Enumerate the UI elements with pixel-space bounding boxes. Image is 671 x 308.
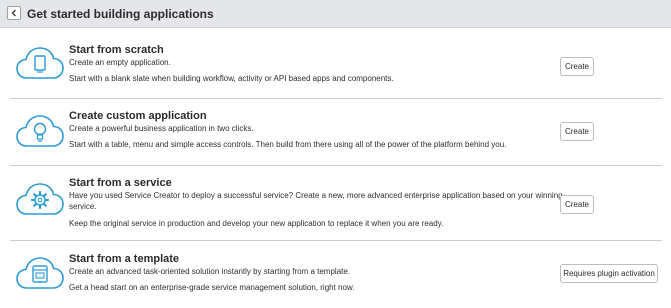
card-subtitle: Create an advanced task-oriented solutio…	[69, 267, 351, 276]
card-description: Get a head start on an enterprise-grade …	[69, 283, 355, 292]
option-card-service: Start from a service Have you used Servi…	[0, 166, 671, 240]
chevron-left-icon	[11, 9, 16, 17]
option-card-custom: Create custom application Create a power…	[0, 99, 671, 165]
create-custom-app-button[interactable]: Create	[560, 122, 594, 141]
cloud-gear-icon	[16, 183, 64, 215]
create-from-service-button[interactable]: Create	[560, 195, 594, 214]
card-title: Create custom application	[69, 110, 207, 122]
cloud-document-icon	[16, 47, 64, 79]
option-card-scratch: Start from scratch Create an empty appli…	[0, 28, 671, 97]
page-header: Get started building applications	[0, 0, 671, 28]
back-button[interactable]	[7, 6, 21, 20]
card-title: Start from scratch	[69, 44, 164, 56]
create-from-scratch-button[interactable]: Create	[560, 57, 594, 76]
cloud-lightbulb-icon	[16, 115, 64, 147]
card-title: Start from a template	[69, 253, 180, 265]
card-subtitle: Create an empty application.	[69, 58, 171, 67]
cloud-template-icon	[16, 257, 64, 289]
card-description: Keep the original service in production …	[69, 219, 444, 228]
options-panel: Start from scratch Create an empty appli…	[0, 28, 671, 308]
card-subtitle-line-1: Have you used Service Creator to deploy …	[69, 191, 563, 200]
requires-plugin-activation-button[interactable]: Requires plugin activation	[560, 264, 658, 283]
card-subtitle-line-2: service.	[69, 202, 97, 211]
page-title: Get started building applications	[27, 7, 214, 21]
option-card-template: Start from a template Create an advanced…	[0, 241, 671, 308]
card-description: Start with a blank slate when building w…	[69, 74, 394, 83]
card-title: Start from a service	[69, 177, 172, 189]
card-description: Start with a table, menu and simple acce…	[69, 140, 507, 149]
card-subtitle: Create a powerful business application i…	[69, 124, 254, 133]
